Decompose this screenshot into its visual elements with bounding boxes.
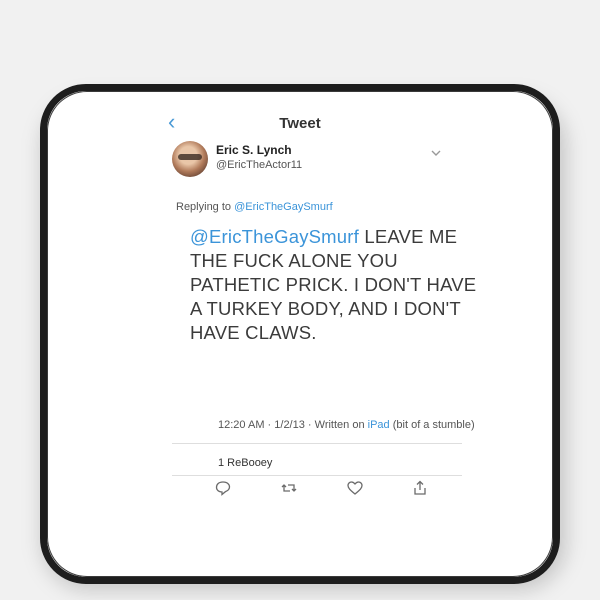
divider [172,475,462,476]
mousepad: ‹ Tweet Eric S. Lynch @EricTheActor11 Re… [40,84,560,584]
tweet-meta: 12:20 AM · 1/2/13 · Written on iPad (bit… [218,419,475,431]
tweet-header: ‹ Tweet [47,111,553,135]
tweet-date: 1/2/13 [274,419,305,431]
replying-to-label: Replying to [176,201,232,213]
author-name[interactable]: Eric S. Lynch [216,143,292,157]
avatar-glasses [178,154,202,160]
tweet-text: @EricTheGaySmurf LEAVE ME THE FUCK ALONE… [190,225,490,345]
divider [172,443,462,444]
tweet-client[interactable]: iPad [368,419,390,431]
action-bar [168,477,458,501]
reply-icon[interactable] [214,479,232,497]
tweet-time: 12:20 AM [218,419,265,431]
chevron-down-icon[interactable] [430,147,442,159]
tweet-mention[interactable]: @EricTheGaySmurf [190,226,359,247]
avatar[interactable] [172,141,208,177]
written-on-label: Written on [314,419,365,431]
share-icon[interactable] [411,479,429,497]
tweet-stats[interactable]: 1 ReBooey [218,457,272,469]
retweet-icon[interactable] [280,479,298,497]
replying-to: Replying to @EricTheGaySmurf [176,201,333,213]
tweet-client-note: (bit of a stumble) [392,419,475,431]
heart-icon[interactable] [346,479,364,497]
replying-to-handle[interactable]: @EricTheGaySmurf [234,201,333,213]
author-handle[interactable]: @EricTheActor11 [216,159,302,171]
page-title: Tweet [279,115,321,132]
